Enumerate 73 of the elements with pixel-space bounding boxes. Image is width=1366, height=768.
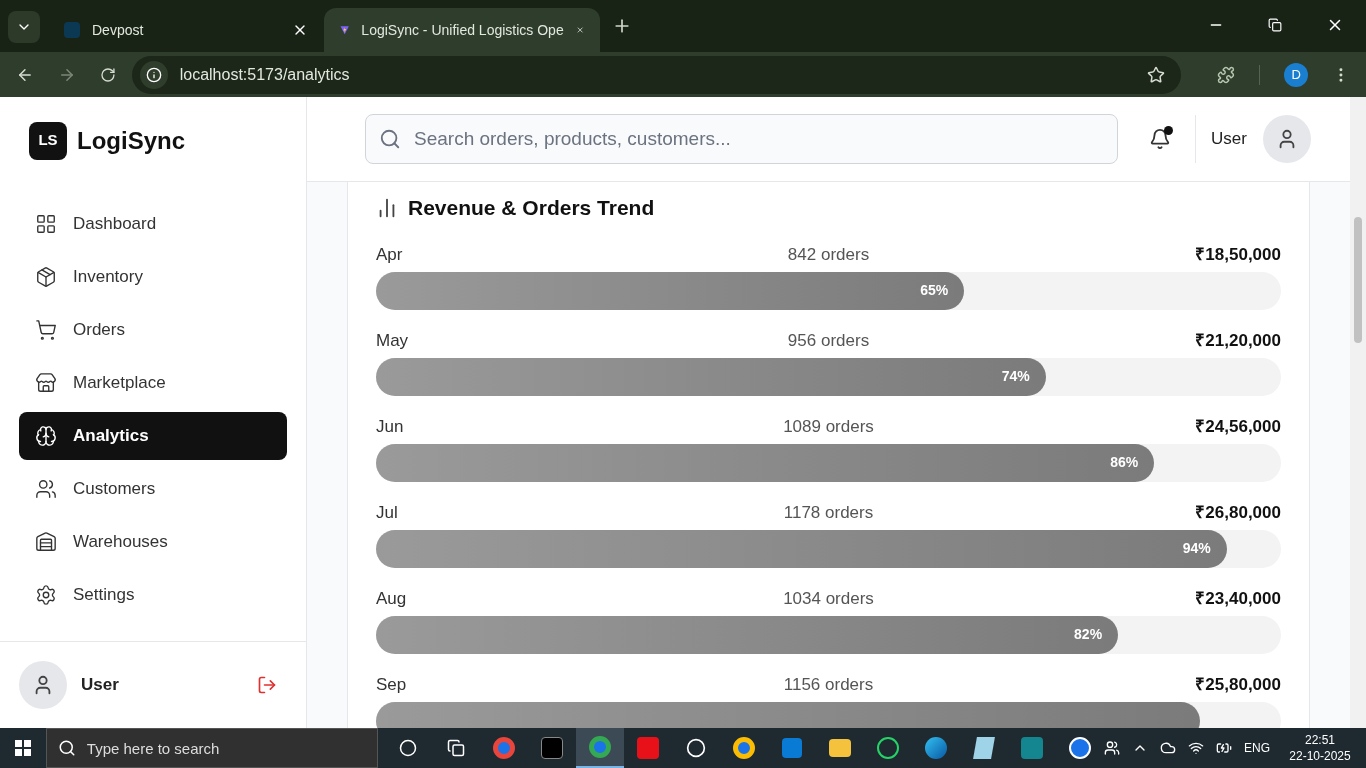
chart-title: Revenue & Orders Trend (408, 195, 655, 221)
bell-icon[interactable] (1149, 128, 1172, 150)
clock-date[interactable]: 22-10-2025 (1289, 748, 1351, 764)
percent-label: 65% (920, 281, 949, 300)
month-label: Sep (376, 673, 408, 696)
nav-item[interactable]: Settings (19, 571, 287, 619)
orders-count: 842 orders (787, 243, 870, 266)
site-info-icon[interactable] (139, 60, 168, 89)
address-bar[interactable]: localhost:5173/analytics (131, 55, 1182, 94)
header-user-name: User (1211, 128, 1247, 151)
nav-icon (35, 478, 57, 500)
tab-title: LogiSync - Unified Logistics Ope (361, 20, 564, 40)
nav-icon (35, 372, 57, 394)
reload-icon[interactable] (99, 66, 116, 83)
nav-item[interactable]: Orders (19, 306, 287, 354)
nav-item[interactable]: Inventory (19, 253, 287, 301)
logo-badge: LS (29, 121, 67, 160)
app-name: LogiSync (77, 125, 185, 156)
percent-label: 82% (1074, 625, 1103, 644)
nav-item[interactable]: Customers (19, 465, 287, 513)
profile-avatar[interactable]: D (1284, 62, 1309, 87)
orders-count: 956 orders (787, 329, 870, 352)
cloud-icon[interactable] (1160, 740, 1176, 756)
revenue-amount: ₹25,80,000 (1194, 673, 1281, 696)
nav-icon (35, 266, 57, 288)
nav-icon (35, 531, 57, 553)
user-name: User (81, 674, 120, 697)
taskbar-search-field[interactable]: Type here to search (45, 728, 378, 768)
nav-icon (35, 584, 57, 606)
search-field[interactable]: Search orders, products, customers... (365, 114, 1118, 164)
month-label: Apr (376, 243, 404, 266)
battery-icon[interactable] (1216, 740, 1232, 756)
wifi-icon[interactable] (1188, 740, 1204, 756)
nav-icon (35, 425, 57, 447)
nav-icon (35, 319, 57, 341)
percent-label: 86% (1110, 453, 1139, 472)
orders-count: 1034 orders (783, 587, 874, 610)
orders-count: 1156 orders (783, 673, 874, 696)
extensions-icon[interactable] (1217, 65, 1236, 84)
month-label: Aug (376, 587, 408, 610)
restore-icon[interactable] (1268, 18, 1282, 32)
language-indicator[interactable]: ENG (1244, 739, 1270, 757)
orders-count: 1089 orders (783, 415, 874, 438)
tab-list-button[interactable] (8, 11, 40, 43)
percent-label: 74% (1001, 367, 1030, 386)
browser-icon[interactable] (576, 728, 624, 768)
revenue-amount: ₹26,80,000 (1194, 501, 1281, 524)
bookmark-star-icon[interactable] (1147, 65, 1166, 84)
nav-icon (35, 213, 57, 235)
tab-title: Devpost (92, 20, 145, 40)
search-icon (57, 739, 76, 757)
scrollbar[interactable] (1350, 97, 1366, 728)
search-icon (379, 128, 401, 150)
browser-tab[interactable]: Devpost (48, 8, 324, 52)
orders-count: 1178 orders (783, 501, 874, 524)
revenue-amount: ₹23,40,000 (1194, 587, 1281, 610)
browser-tab[interactable]: LogiSync - Unified Logistics Ope (324, 8, 600, 52)
revenue-amount: ₹18,50,000 (1194, 243, 1281, 266)
revenue-amount: ₹24,56,000 (1194, 415, 1281, 438)
url-text: localhost:5173/analytics (179, 64, 351, 85)
month-label: Jul (376, 501, 399, 524)
header-avatar[interactable] (1263, 115, 1311, 163)
logout-icon[interactable] (257, 675, 277, 695)
nav-item[interactable]: Marketplace (19, 359, 287, 407)
nav-item[interactable]: Warehouses (19, 518, 287, 566)
people-icon[interactable] (1104, 740, 1120, 756)
revenue-amount: ₹21,20,000 (1194, 329, 1281, 352)
percent-label: 94% (1182, 539, 1211, 558)
clock-time[interactable]: 22:51 (1305, 732, 1335, 748)
month-label: May (376, 329, 410, 352)
nav-item[interactable]: Analytics (19, 412, 287, 460)
month-label: Jun (376, 415, 405, 438)
nav-item[interactable]: Dashboard (19, 200, 287, 248)
